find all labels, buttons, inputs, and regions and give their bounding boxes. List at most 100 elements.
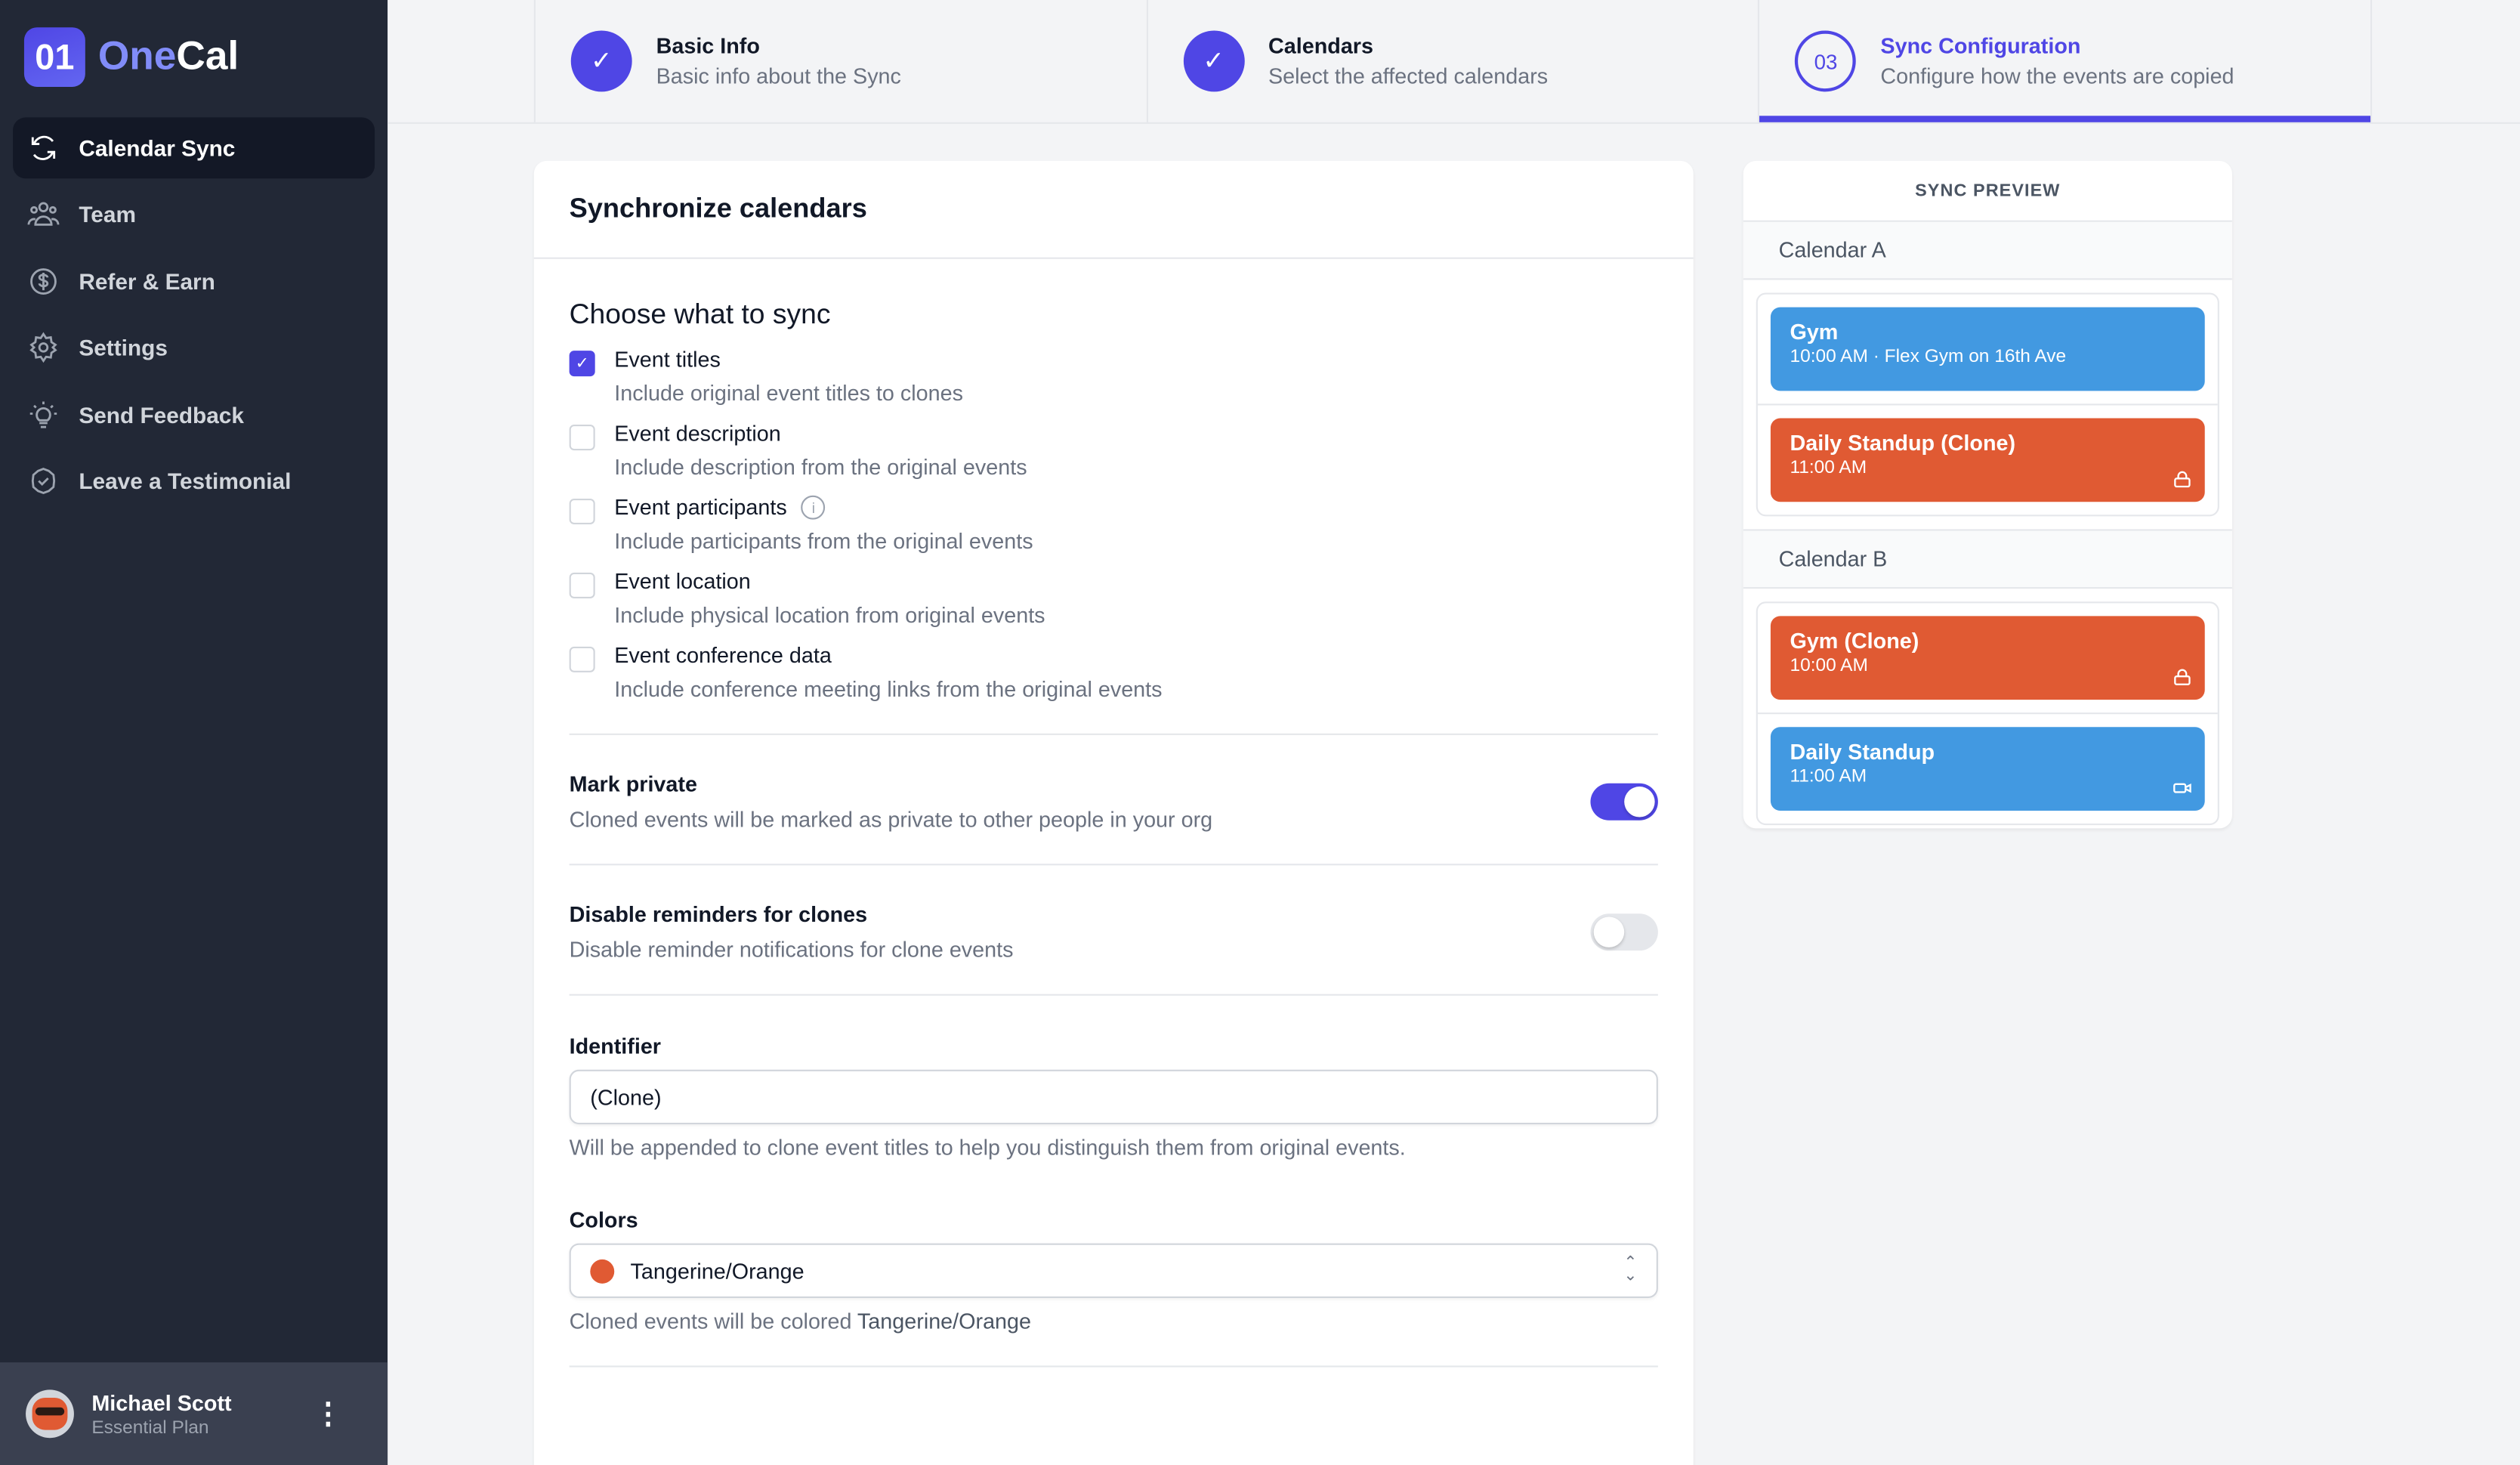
video-icon — [2173, 783, 2191, 793]
sync-icon — [31, 135, 56, 160]
option-event-titles: ✓ Event titles Include original event tit… — [569, 348, 1658, 406]
step-number: 03 — [1795, 30, 1857, 92]
disable-reminders-description: Disable reminder notifications for clone… — [569, 938, 1014, 963]
step-sync-configuration[interactable]: 03 Sync Configuration Configure how the e… — [1759, 0, 2373, 122]
sidebar-item-leave-testimonial[interactable]: Leave a Testimonial — [13, 450, 375, 512]
colors-select-value: Tangerine/Orange — [630, 1258, 804, 1283]
calendar-a-events: Gym 10:00 AM · Flex Gym on 16th Ave Dail… — [1756, 292, 2219, 517]
mark-private-row: Mark private Cloned events will be marked… — [570, 735, 1658, 864]
active-step-indicator — [1759, 116, 2371, 122]
event-subtitle: 11:00 AM — [1790, 767, 1867, 787]
sync-preview: SYNC PREVIEW Calendar A Gym 10:00 AM · F… — [1743, 160, 2232, 829]
option-label: Event location — [614, 569, 751, 594]
event-card[interactable]: Gym (Clone) 10:00 AM — [1770, 616, 2205, 700]
option-description: Include physical location from original … — [614, 603, 1045, 628]
event-titles-checkbox[interactable]: ✓ — [569, 351, 595, 377]
calendar-b-header: Calendar B — [1743, 529, 2232, 589]
event-title: Daily Standup (Clone) — [1790, 431, 2016, 456]
step-subtitle: Basic info about the Sync — [656, 64, 901, 89]
lock-icon — [2174, 669, 2191, 686]
sidebar-item-calendar-sync[interactable]: Calendar Sync — [13, 117, 375, 179]
lightbulb-icon — [29, 400, 57, 428]
event-participants-checkbox[interactable] — [569, 498, 595, 525]
disable-reminders-row: Disable reminders for clones Disable remi… — [570, 865, 1658, 994]
step-calendars[interactable]: ✓ Calendars Select the affected calendars — [1147, 0, 1760, 122]
mark-private-toggle[interactable] — [1590, 783, 1658, 821]
avatar — [26, 1389, 74, 1439]
calendar-b-events: Gym (Clone) 10:00 AM Daily Standup 11:00… — [1756, 601, 2219, 826]
color-swatch — [590, 1258, 615, 1283]
sidebar-item-settings[interactable]: Settings — [13, 317, 375, 379]
preview-title: SYNC PREVIEW — [1743, 161, 2232, 222]
option-event-description: Event description Include description fro… — [569, 421, 1658, 480]
option-event-location: Event location Include physical location … — [569, 569, 1658, 628]
sidebar-item-label: Team — [79, 201, 136, 228]
sidebar: 01 OneCal Calendar Sync Team Refer & Ear… — [0, 0, 388, 1465]
sidebar-item-refer-earn[interactable]: Refer & Earn — [13, 251, 375, 312]
colors-help-prefix: Cloned events will be colored — [569, 1309, 857, 1334]
step-subtitle: Select the affected calendars — [1268, 64, 1549, 89]
identifier-help: Will be appended to clone event titles t… — [569, 1136, 1406, 1160]
step-subtitle: Configure how the events are copied — [1880, 64, 2234, 89]
option-description: Include participants from the original e… — [614, 529, 1033, 554]
step-title: Sync Configuration — [1880, 33, 2081, 58]
event-location-checkbox[interactable] — [569, 572, 595, 598]
option-event-participants: Event participants i Include participants … — [569, 495, 1658, 554]
option-event-conference-data: Event conference data Include conference … — [569, 643, 1658, 702]
info-icon[interactable]: i — [801, 495, 826, 520]
check-icon: ✓ — [570, 30, 632, 92]
divider — [569, 1365, 1658, 1368]
event-card[interactable]: Daily Standup (Clone) 11:00 AM — [1770, 418, 2205, 502]
option-label: Event conference data — [614, 643, 832, 668]
event-description-checkbox[interactable] — [569, 425, 595, 451]
sidebar-item-label: Settings — [79, 335, 168, 361]
sidebar-item-team[interactable]: Team — [13, 184, 375, 246]
option-description: Include conference meeting links from th… — [614, 677, 1163, 702]
gear-icon — [29, 332, 57, 363]
user-name: Michael Scott — [91, 1390, 232, 1415]
option-label: Event description — [614, 421, 781, 446]
logo[interactable]: 01 OneCal — [23, 27, 239, 87]
sidebar-item-label: Send Feedback — [79, 401, 244, 428]
logo-text: OneCal — [98, 34, 239, 81]
disable-reminders-toggle[interactable] — [1590, 913, 1658, 951]
team-icon — [27, 202, 60, 227]
colors-help: Cloned events will be colored Tangerine/… — [570, 1309, 1658, 1334]
step-basic-info[interactable]: ✓ Basic Info Basic info about the Sync — [536, 0, 1148, 122]
event-title: Gym — [1790, 320, 1839, 345]
badge-check-icon — [31, 467, 56, 494]
sidebar-item-send-feedback[interactable]: Send Feedback — [13, 384, 375, 445]
sidebar-item-label: Refer & Earn — [79, 268, 215, 295]
check-icon: ✓ — [1183, 30, 1245, 92]
event-card[interactable]: Gym 10:00 AM · Flex Gym on 16th Ave — [1770, 307, 2205, 391]
card-title: Synchronize calendars — [533, 161, 1694, 259]
colors-select[interactable]: Tangerine/Orange ⌃ ⌄ — [569, 1243, 1658, 1299]
user-profile[interactable]: Michael Scott Essential Plan ⋮ — [0, 1362, 388, 1465]
event-conference-data-checkbox[interactable] — [569, 646, 595, 672]
calendar-a-header: Calendar A — [1743, 221, 2232, 280]
option-label: Event participants — [614, 495, 787, 520]
event-card[interactable]: Daily Standup 11:00 AM — [1770, 727, 2205, 811]
lock-icon — [2174, 471, 2191, 488]
logo-text-one: One — [97, 33, 177, 79]
event-title: Gym (Clone) — [1790, 629, 1919, 654]
sidebar-item-label: Leave a Testimonial — [79, 468, 292, 494]
step-title: Basic Info — [656, 33, 760, 58]
stepper-divider — [388, 122, 2520, 124]
logo-mark: 01 — [23, 27, 85, 87]
sidebar-item-label: Calendar Sync — [79, 134, 236, 161]
step-title: Calendars — [1268, 33, 1373, 58]
identifier-input[interactable]: (Clone) — [569, 1069, 1658, 1125]
logo-text-cal: Cal — [176, 33, 239, 79]
sidebar-nav: Calendar Sync Team Refer & Earn Settings… — [13, 117, 375, 517]
more-options-icon[interactable]: ⋮ — [313, 1397, 342, 1431]
option-description: Include original event titles to clones — [614, 381, 963, 406]
option-description: Include description from the original ev… — [614, 455, 1027, 480]
sync-settings-card: Synchronize calendars Choose what to syn… — [533, 160, 1694, 1465]
dollar-icon — [30, 267, 57, 295]
chevron-up-down-icon: ⌃ ⌄ — [1623, 1254, 1638, 1285]
disable-reminders-title: Disable reminders for clones — [569, 902, 868, 927]
robot-avatar-icon — [32, 1398, 68, 1430]
event-subtitle: 11:00 AM — [1790, 458, 1867, 478]
colors-label: Colors — [569, 1207, 638, 1232]
